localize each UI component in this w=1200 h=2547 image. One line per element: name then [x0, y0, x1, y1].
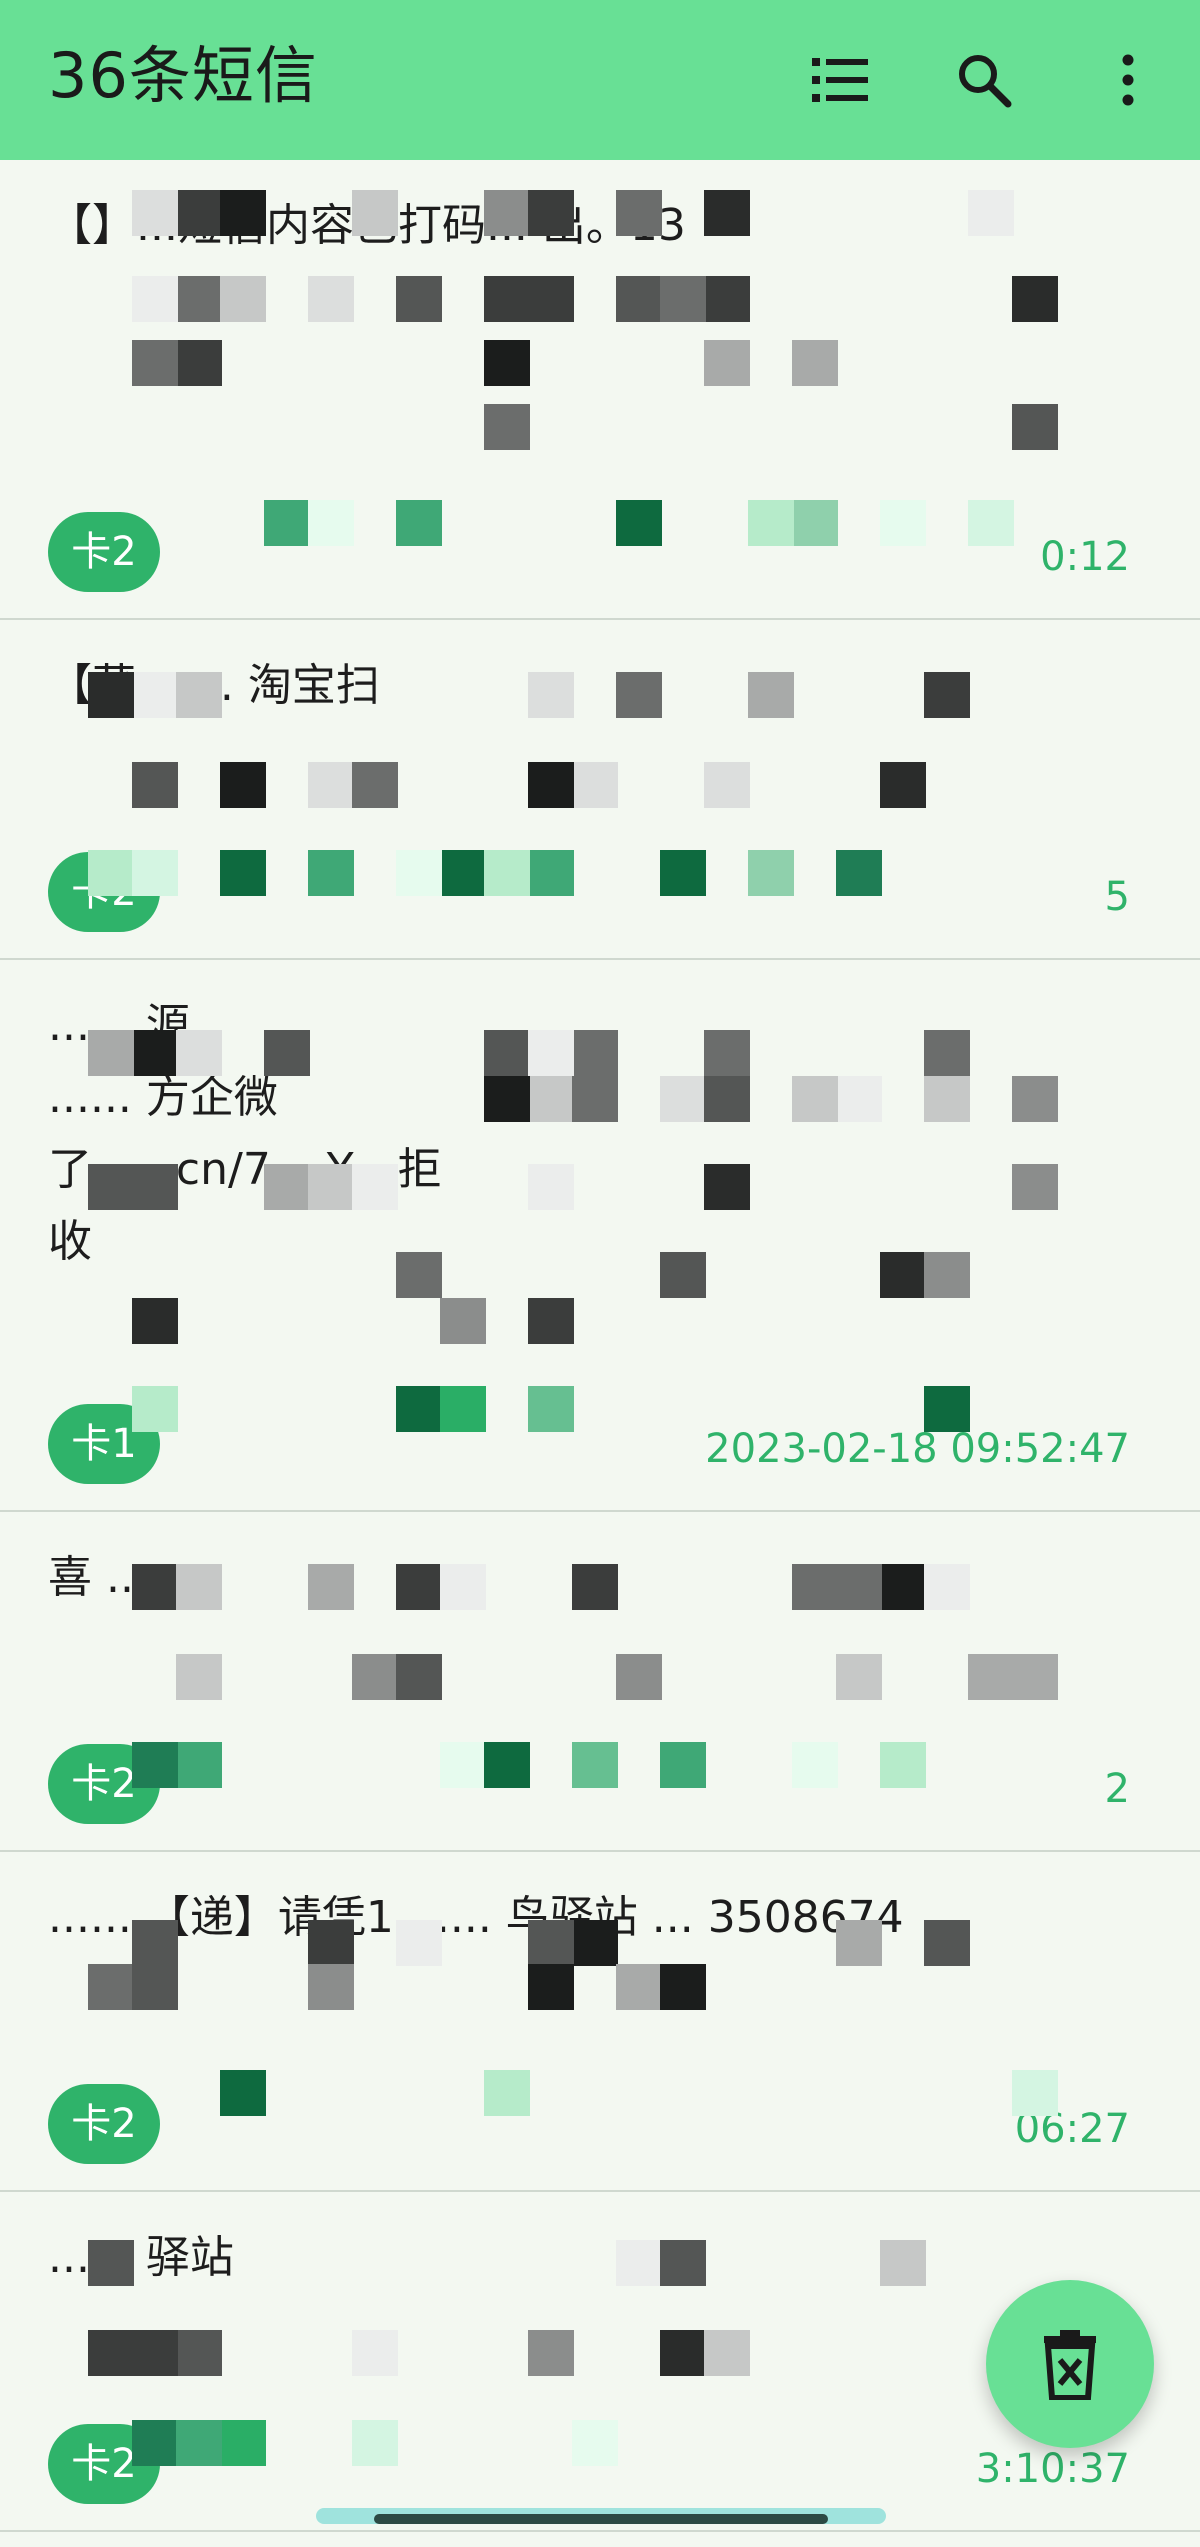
search-icon [959, 55, 1012, 108]
message-footer: 卡2 0:12 [48, 508, 1130, 592]
delete-button[interactable] [986, 2280, 1154, 2448]
message-time: 0:12 [1040, 534, 1130, 580]
message-body: 喜 ...... [48, 1552, 190, 1603]
message-footer: 卡2 06:27 [48, 2080, 1130, 2164]
sim-badge[interactable]: 卡1 [48, 1404, 160, 1484]
gesture-handle [374, 2514, 828, 2524]
message-body: ...... 源 ...... 方企微 了 ... .cn/7... Y。拒 收 [48, 1000, 442, 1267]
message-time: 5 [1104, 874, 1130, 920]
message-list[interactable]: 【】...短信内容已打码... 出。13 卡2 0:12 【菜 ...... 淘… [0, 160, 1200, 2532]
message-footer: 卡2 5 [48, 848, 1130, 932]
message-item[interactable]: 【】...短信内容已打码... 出。13 卡2 0:12 [0, 160, 1200, 620]
message-time: 2023-02-18 09:52:47 [705, 1426, 1130, 1472]
message-time: 3:10:37 [975, 2446, 1130, 2492]
sim-badge[interactable]: 卡2 [48, 512, 160, 592]
message-footer: 卡2 2 [48, 1740, 1130, 1824]
message-time: 2 [1104, 1766, 1130, 1812]
sim-badge[interactable]: 卡2 [48, 852, 160, 932]
message-item[interactable]: ...... 源 ...... 方企微 了 ... .cn/7... Y。拒 收… [0, 960, 1200, 1512]
app-bar: 36条短信 [0, 0, 1200, 160]
gesture-bar[interactable] [316, 2508, 886, 2524]
page-title: 36条短信 [48, 39, 318, 112]
delete-icon [1044, 2330, 1096, 2400]
message-body: ...... 【递】请凭1 ...... 鸟驿站 ... 3508674 [48, 1892, 904, 1943]
message-item[interactable]: ...... 【递】请凭1 ...... 鸟驿站 ... 3508674 卡2 … [0, 1852, 1200, 2192]
message-item[interactable]: 【菜 ...... 淘宝扫 卡2 5 [0, 620, 1200, 960]
list-icon [812, 58, 868, 102]
search-button[interactable] [944, 40, 1024, 120]
message-body: ...... 驿站 [48, 2232, 234, 2283]
message-body: 【菜 ...... 淘宝扫 [48, 660, 380, 711]
sim-badge[interactable]: 卡2 [48, 2084, 160, 2164]
app-root: 36条短信 【】...短信内容已打码... 出。13 卡2 0:12 【菜 ..… [0, 0, 1200, 2547]
message-time: 06:27 [1014, 2106, 1130, 2152]
sim-badge[interactable]: 卡2 [48, 1744, 160, 1824]
message-footer: 卡2 3:10:37 [48, 2420, 1130, 2504]
more-vert-icon [1122, 54, 1134, 106]
sim-badge[interactable]: 卡2 [48, 2424, 160, 2504]
list-button[interactable] [800, 40, 880, 120]
message-item[interactable]: 喜 ...... 卡2 2 [0, 1512, 1200, 1852]
more-options-button[interactable] [1088, 40, 1168, 120]
message-body: 【】...短信内容已打码... 出。13 [48, 200, 686, 251]
message-footer: 卡1 2023-02-18 09:52:47 [48, 1400, 1130, 1484]
